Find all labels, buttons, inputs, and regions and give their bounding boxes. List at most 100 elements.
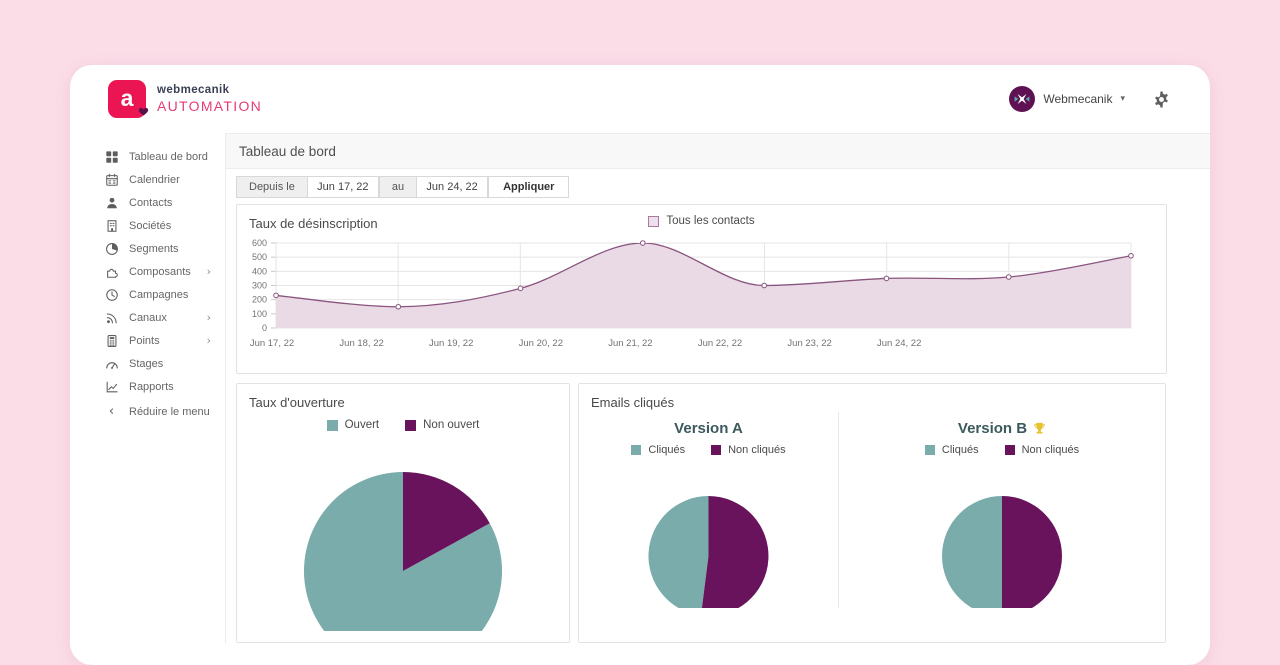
- unsubscribe-legend: Tous les contacts: [648, 215, 754, 227]
- sidebar-nav: Tableau de bord Calendrier Contacts Société…: [70, 133, 225, 643]
- svg-text:300: 300: [252, 281, 267, 291]
- sidebar-item-label: Rapports: [129, 381, 174, 393]
- svg-text:600: 600: [252, 239, 267, 248]
- sidebar-item-label: Calendrier: [129, 174, 180, 186]
- sidebar-item-label: Tableau de bord: [129, 151, 208, 163]
- grid-icon: [104, 149, 119, 164]
- legend-item-cliques[interactable]: Cliqués: [925, 444, 979, 456]
- legend-item-non-cliques[interactable]: Non cliqués: [1005, 444, 1079, 456]
- user-menu-label: Webmecanik: [1043, 92, 1112, 106]
- pie-slice-non-cliques: [701, 496, 768, 608]
- brand-logo-mark: a: [108, 80, 146, 118]
- emails-clicked-title: Emails cliqués: [591, 395, 674, 410]
- brand-name: webmecanik: [157, 83, 262, 97]
- svg-text:Jun 24, 22: Jun 24, 22: [877, 338, 921, 349]
- building-icon: [104, 218, 119, 233]
- sidebar-item-calendrier[interactable]: Calendrier: [70, 168, 225, 191]
- legend-swatch: [648, 216, 659, 227]
- legend-item-non-ouvert[interactable]: Non ouvert: [405, 419, 479, 431]
- legend-label: Non ouvert: [423, 419, 479, 431]
- date-from-input[interactable]: [307, 176, 379, 198]
- legend-label: Non cliqués: [728, 444, 785, 456]
- svg-text:Jun 18, 22: Jun 18, 22: [339, 338, 383, 349]
- puzzle-icon: [104, 264, 119, 279]
- date-filter-bar: Depuis le au Appliquer: [236, 176, 1166, 198]
- legend-label: Non cliqués: [1022, 444, 1079, 456]
- sidebar-item-label: Points: [129, 335, 160, 347]
- legend-swatch: [327, 420, 338, 431]
- heart-icon: [137, 104, 150, 122]
- variant-pie-chart[interactable]: [839, 468, 1165, 608]
- open-rate-pie-chart[interactable]: [237, 451, 569, 631]
- svg-text:500: 500: [252, 252, 267, 262]
- svg-text:Jun 23, 22: Jun 23, 22: [787, 338, 831, 349]
- sidebar-item-tableau-de-bord[interactable]: Tableau de bord: [70, 145, 225, 168]
- unsubscribe-area-chart[interactable]: 0100200300400500600Jun 17, 22Jun 18, 22J…: [237, 239, 1166, 370]
- sidebar-item-points[interactable]: Points›: [70, 329, 225, 352]
- sidebar-item-composants[interactable]: Composants›: [70, 260, 225, 283]
- legend-swatch: [631, 445, 641, 455]
- page-title: Tableau de bord: [239, 144, 336, 159]
- gear-icon[interactable]: [1153, 91, 1170, 108]
- ab-variant-version-b: Version BCliquésNon cliqués: [838, 412, 1165, 608]
- legend-swatch: [711, 445, 721, 455]
- svg-text:0: 0: [262, 323, 267, 333]
- pie-slice-non-cliques: [1002, 496, 1062, 608]
- brand-logo[interactable]: a webmecanik AUTOMATION: [108, 80, 262, 118]
- sidebar-item-canaux[interactable]: Canaux›: [70, 306, 225, 329]
- brand-logo-letter: a: [121, 87, 134, 110]
- clock-icon: [104, 287, 119, 302]
- unsubscribe-rate-title: Taux de désinscription: [249, 216, 378, 231]
- gauge-icon: [104, 356, 119, 371]
- legend-swatch: [1005, 445, 1015, 455]
- date-to-input[interactable]: [416, 176, 488, 198]
- sidebar-item-contacts[interactable]: Contacts: [70, 191, 225, 214]
- legend-item-cliques[interactable]: Cliqués: [631, 444, 685, 456]
- app-header: a webmecanik AUTOMATION: [70, 65, 1210, 133]
- sidebar-item-label: Stages: [129, 358, 163, 370]
- chevron-down-icon: ▾: [1120, 94, 1125, 104]
- sidebar-item-stages[interactable]: Stages: [70, 352, 225, 375]
- legend-swatch: [925, 445, 935, 455]
- legend-item-ouvert[interactable]: Ouvert: [327, 419, 380, 431]
- legend-label: Ouvert: [345, 419, 380, 431]
- legend-item-tous-les-contacts[interactable]: Tous les contacts: [648, 215, 754, 227]
- sidebar-item-societes[interactable]: Sociétés: [70, 214, 225, 237]
- sidebar-item-segments[interactable]: Segments: [70, 237, 225, 260]
- pie-slice-cliques: [648, 496, 708, 608]
- pie-icon: [104, 241, 119, 256]
- sidebar-item-label: Sociétés: [129, 220, 171, 232]
- chevron-left-icon: ‹: [104, 404, 119, 419]
- date-between-label: au: [379, 176, 417, 198]
- app-window: a webmecanik AUTOMATION: [70, 65, 1210, 665]
- apply-button[interactable]: Appliquer: [488, 176, 569, 198]
- svg-text:400: 400: [252, 266, 267, 276]
- page-title-bar: Tableau de bord: [226, 133, 1210, 169]
- line-chart-icon: [104, 379, 119, 394]
- calculator-icon: [104, 333, 119, 348]
- legend-item-non-cliques[interactable]: Non cliqués: [711, 444, 785, 456]
- user-menu[interactable]: Webmecanik ▾: [1009, 86, 1125, 112]
- svg-text:Jun 17, 22: Jun 17, 22: [250, 338, 294, 349]
- variant-legend: Cliqués Non cliqués: [839, 444, 1165, 456]
- date-from-label: Depuis le: [236, 176, 308, 198]
- unsubscribe-rate-card: Taux de désinscription Tous les contacts…: [236, 204, 1167, 374]
- sidebar-item-rapports[interactable]: Rapports: [70, 375, 225, 398]
- chevron-right-icon: ›: [207, 265, 211, 278]
- svg-text:Jun 21, 22: Jun 21, 22: [608, 338, 652, 349]
- sidebar-item-label: Réduire le menu: [129, 406, 210, 418]
- legend-label: Cliqués: [942, 444, 979, 456]
- open-rate-title: Taux d'ouverture: [249, 395, 345, 410]
- sidebar-item-campagnes[interactable]: Campagnes: [70, 283, 225, 306]
- variant-legend: Cliqués Non cliqués: [579, 444, 838, 456]
- svg-text:100: 100: [252, 309, 267, 319]
- sidebar-item-reduire-le-menu[interactable]: ‹ Réduire le menu: [70, 400, 225, 423]
- calendar-icon: [104, 172, 119, 187]
- sidebar-item-label: Contacts: [129, 197, 172, 209]
- variant-pie-chart[interactable]: [579, 468, 838, 608]
- brand-text: webmecanik AUTOMATION: [157, 83, 262, 114]
- webmecanik-avatar-icon: [1009, 86, 1035, 112]
- trophy-icon: [1033, 422, 1046, 435]
- svg-text:Jun 19, 22: Jun 19, 22: [429, 338, 473, 349]
- variant-title: Version A: [579, 420, 838, 437]
